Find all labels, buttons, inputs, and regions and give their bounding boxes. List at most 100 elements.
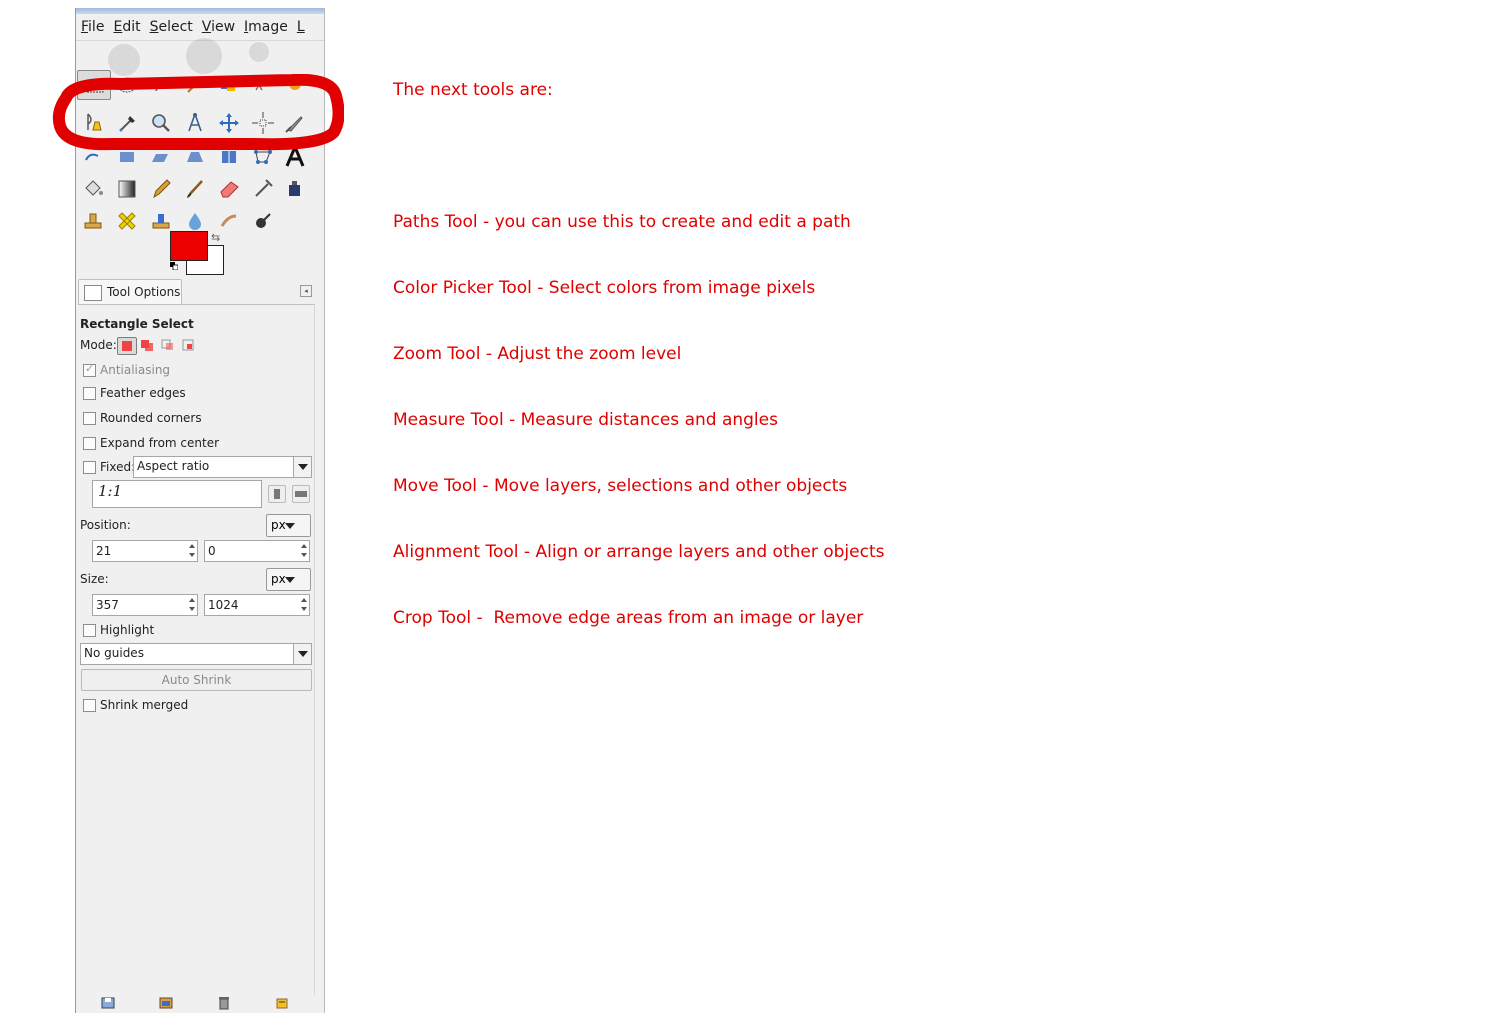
- flip-tool[interactable]: [216, 144, 242, 170]
- portrait-button[interactable]: [268, 485, 286, 503]
- size-unit-select[interactable]: px: [266, 568, 311, 591]
- text-tool[interactable]: [282, 143, 308, 170]
- airbrush-icon: [255, 179, 273, 197]
- position-x-field[interactable]: 21: [92, 540, 198, 562]
- menu-image[interactable]: Image: [239, 16, 292, 35]
- paths-pen-icon: [87, 113, 102, 131]
- crop-tool[interactable]: [282, 110, 308, 136]
- zoom-tool[interactable]: [148, 110, 174, 136]
- add-mode-icon: [141, 340, 153, 351]
- blend-tool[interactable]: [114, 176, 140, 202]
- clone-tool[interactable]: [80, 208, 106, 234]
- menu-select[interactable]: Select: [145, 16, 197, 35]
- flip-icon: [222, 151, 236, 163]
- delete-options-icon[interactable]: [217, 996, 231, 1010]
- heal-tool[interactable]: [114, 208, 140, 234]
- rect-select-tool[interactable]: [77, 70, 111, 100]
- portrait-icon: [274, 489, 280, 499]
- foreground-select-tool[interactable]: [282, 72, 308, 98]
- feather-edges-checkbox[interactable]: [83, 387, 96, 400]
- mode-replace-button[interactable]: [117, 337, 137, 355]
- aspect-ratio-field[interactable]: 1:1: [92, 480, 262, 508]
- rotate-icon: [85, 153, 99, 161]
- position-y-field[interactable]: 0: [204, 540, 310, 562]
- tool-options-icon: [84, 285, 102, 301]
- guides-select[interactable]: No guides: [80, 643, 312, 665]
- fixed-mode-select[interactable]: Aspect ratio: [133, 456, 312, 478]
- eyedropper-icon: [119, 116, 135, 132]
- spin-arrows-icon[interactable]: [301, 596, 308, 614]
- menu-file[interactable]: File: [76, 16, 108, 35]
- foreground-color-swatch[interactable]: [170, 231, 208, 261]
- rounded-corners-checkbox[interactable]: [83, 412, 96, 425]
- ellipse-select-tool[interactable]: [114, 72, 140, 98]
- chevron-down-icon: [293, 457, 311, 477]
- size-height-value: 1024: [208, 598, 239, 612]
- color-picker-tool[interactable]: [114, 110, 140, 136]
- expand-from-center-checkbox[interactable]: [83, 437, 96, 450]
- pencil-tool[interactable]: [148, 176, 174, 202]
- menu-view[interactable]: View: [197, 16, 239, 35]
- antialiasing-checkbox[interactable]: [83, 362, 96, 377]
- dodge-burn-tool[interactable]: [250, 208, 276, 234]
- menu-layer[interactable]: L: [292, 16, 309, 35]
- ink-tool[interactable]: [282, 176, 308, 202]
- free-select-tool[interactable]: [148, 72, 174, 98]
- mode-label: Mode:: [80, 338, 117, 352]
- magnifier-icon: [152, 114, 170, 132]
- highlight-checkbox[interactable]: [83, 624, 96, 637]
- gradient-icon: [118, 180, 136, 198]
- default-colors-icon[interactable]: [170, 262, 178, 270]
- size-label: Size:: [80, 572, 109, 586]
- select-by-color-icon: [221, 77, 237, 91]
- magic-wand-icon: [187, 77, 203, 93]
- fixed-checkbox[interactable]: [83, 461, 96, 474]
- airbrush-tool[interactable]: [250, 176, 276, 202]
- spin-arrows-icon[interactable]: [189, 542, 196, 560]
- save-options-icon[interactable]: [101, 996, 115, 1010]
- menu-edit[interactable]: Edit: [108, 16, 144, 35]
- cage-transform-tool[interactable]: [250, 144, 276, 170]
- scissors-select-tool[interactable]: [250, 72, 276, 98]
- swap-colors-icon[interactable]: ⇆: [211, 231, 220, 244]
- tool-grid: [76, 70, 324, 230]
- notes-spacer: [393, 145, 884, 167]
- spin-arrows-icon[interactable]: [189, 596, 196, 614]
- mode-add-button[interactable]: [138, 337, 156, 353]
- reset-options-icon[interactable]: [275, 996, 289, 1010]
- mode-intersect-button[interactable]: [180, 337, 198, 353]
- landscape-button[interactable]: [292, 485, 310, 503]
- rotate-tool[interactable]: [80, 144, 106, 170]
- tab-label: Tool Options: [107, 285, 181, 299]
- move-tool[interactable]: [216, 110, 242, 136]
- size-width-field[interactable]: 357: [92, 594, 198, 616]
- bucket-fill-tool[interactable]: [80, 176, 106, 202]
- notes-heading: The next tools are:: [393, 80, 553, 100]
- scale-tool[interactable]: [114, 144, 140, 170]
- spin-arrows-icon[interactable]: [301, 542, 308, 560]
- size-width-value: 357: [96, 598, 119, 612]
- gimp-toolbox-window: File Edit Select View Image L ⇆ Tool Opt…: [75, 8, 325, 1013]
- tab-tool-options[interactable]: Tool Options: [78, 279, 182, 306]
- measure-tool[interactable]: [182, 110, 208, 136]
- mode-subtract-button[interactable]: [159, 337, 177, 353]
- size-height-field[interactable]: 1024: [204, 594, 310, 616]
- select-by-color-tool[interactable]: [216, 72, 242, 98]
- shrink-merged-checkbox[interactable]: [83, 699, 96, 712]
- paintbrush-tool[interactable]: [182, 176, 208, 202]
- note-line: Alignment Tool - Align or arrange layers…: [393, 542, 885, 562]
- restore-options-icon[interactable]: [159, 996, 173, 1010]
- position-unit-select[interactable]: px: [266, 514, 311, 537]
- fuzzy-select-tool[interactable]: [182, 72, 208, 98]
- replace-mode-icon: [122, 341, 132, 351]
- eraser-tool[interactable]: [216, 176, 242, 202]
- compass-icon: [188, 113, 202, 132]
- perspective-tool[interactable]: [182, 144, 208, 170]
- alignment-tool[interactable]: [250, 110, 276, 136]
- tab-menu-icon[interactable]: ◂: [300, 285, 312, 297]
- paths-tool[interactable]: [80, 110, 106, 136]
- shear-icon: [152, 154, 168, 162]
- position-unit-value: px: [271, 518, 286, 532]
- auto-shrink-button[interactable]: Auto Shrink: [81, 669, 312, 691]
- shear-tool[interactable]: [148, 144, 174, 170]
